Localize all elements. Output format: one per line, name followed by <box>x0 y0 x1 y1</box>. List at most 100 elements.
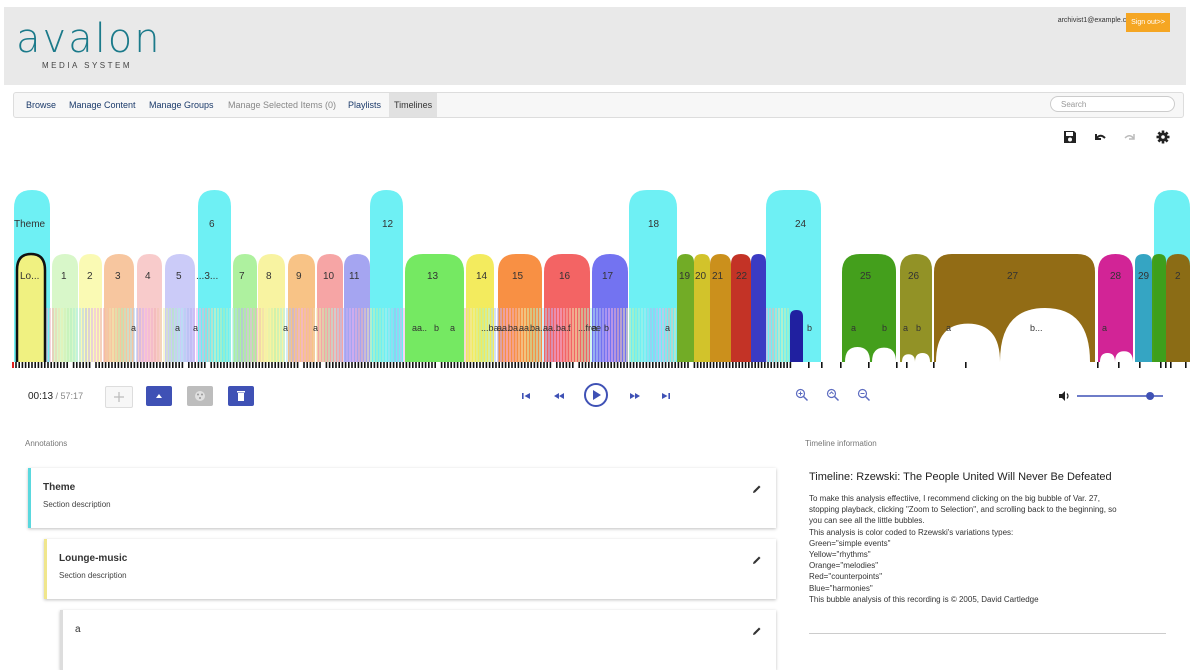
bubble-label[interactable]: 16 <box>559 271 571 282</box>
segment-bubble[interactable] <box>253 308 255 362</box>
segment-bubble[interactable] <box>784 308 786 362</box>
segment-bubble[interactable] <box>310 308 312 362</box>
segment-bubble[interactable] <box>364 308 366 362</box>
bubble-label[interactable]: b... <box>1030 323 1043 333</box>
segment-bubble[interactable] <box>139 308 141 362</box>
segment-bubble[interactable] <box>638 308 640 362</box>
segment-bubble[interactable] <box>491 308 493 362</box>
bubble-label[interactable]: 4 <box>145 271 151 282</box>
segment-bubble[interactable] <box>358 308 360 362</box>
sign-out-button[interactable]: Sign out>> <box>1126 13 1170 32</box>
segment-bubble[interactable] <box>271 308 273 362</box>
segment-bubble[interactable] <box>554 308 556 362</box>
segment-bubble[interactable] <box>307 308 309 362</box>
segment-bubble[interactable] <box>55 308 57 362</box>
segment-bubble[interactable] <box>470 308 472 362</box>
segment-bubble[interactable] <box>109 308 111 362</box>
segment-bubble[interactable] <box>403 308 405 362</box>
segment-bubble[interactable] <box>115 308 117 362</box>
segment-bubble[interactable] <box>163 308 165 362</box>
segment-bubble[interactable] <box>247 308 249 362</box>
segment-bubble[interactable] <box>337 308 339 362</box>
bubble-label[interactable]: 20 <box>695 271 707 282</box>
segment-bubble[interactable] <box>385 308 387 362</box>
segment-bubble[interactable] <box>331 308 333 362</box>
segment-bubble[interactable] <box>232 308 234 362</box>
segment-bubble[interactable] <box>76 308 78 362</box>
segment-bubble[interactable] <box>503 308 505 362</box>
avalon-logo[interactable]: avalon MEDIA SYSTEM <box>16 19 162 70</box>
segment-bubble[interactable] <box>479 308 481 362</box>
zoom-in-icon[interactable] <box>795 388 809 402</box>
segment-bubble[interactable] <box>106 308 108 362</box>
segment-bubble[interactable] <box>569 308 571 362</box>
segment-bubble[interactable] <box>121 308 123 362</box>
segment-bubble[interactable] <box>560 308 562 362</box>
expand-button[interactable] <box>146 386 172 406</box>
bubble-label[interactable]: a <box>313 323 318 333</box>
bubble-label[interactable]: 15 <box>512 271 524 282</box>
segment-bubble[interactable] <box>665 308 667 362</box>
rewind-icon[interactable] <box>552 390 566 402</box>
bubble-label[interactable]: 17 <box>602 271 614 282</box>
segment-bubble[interactable] <box>127 308 129 362</box>
segment-bubble[interactable] <box>343 308 345 362</box>
segment-bubble[interactable] <box>668 308 670 362</box>
bubble-label[interactable]: a <box>903 323 908 333</box>
segment-bubble[interactable] <box>274 308 276 362</box>
segment-bubble[interactable] <box>775 308 777 362</box>
segment-bubble[interactable] <box>178 308 180 362</box>
nav-manage-content[interactable]: Manage Content <box>69 93 136 117</box>
search-input[interactable]: Search <box>1050 96 1175 112</box>
bubble-label[interactable]: 2 <box>87 271 93 282</box>
segment-bubble[interactable] <box>551 308 553 362</box>
segment-bubble[interactable] <box>64 308 66 362</box>
segment-bubble[interactable] <box>494 308 496 362</box>
volume-icon[interactable] <box>1057 389 1071 403</box>
segment-bubble[interactable] <box>473 308 475 362</box>
segment-bubble[interactable] <box>674 308 676 362</box>
segment-bubble[interactable] <box>145 308 147 362</box>
segment-bubble[interactable] <box>256 308 258 362</box>
variation-bubble[interactable] <box>751 254 766 362</box>
segment-bubble[interactable] <box>154 308 156 362</box>
segment-bubble[interactable] <box>100 308 102 362</box>
bubble-label[interactable]: 3 <box>115 271 121 282</box>
segment-bubble[interactable] <box>772 308 774 362</box>
segment-bubble[interactable] <box>340 308 342 362</box>
segment-bubble[interactable] <box>635 308 637 362</box>
segment-bubble[interactable] <box>235 308 237 362</box>
segment-bubble[interactable] <box>659 308 661 362</box>
undo-icon[interactable] <box>1093 130 1107 144</box>
segment-bubble[interactable] <box>94 308 96 362</box>
segment-bubble[interactable] <box>244 308 246 362</box>
segment-bubble[interactable] <box>166 308 168 362</box>
volume-slider[interactable] <box>1075 389 1165 403</box>
segment-bubble[interactable] <box>334 308 336 362</box>
bubble-label[interactable]: 29 <box>1138 271 1150 282</box>
segment-bubble[interactable] <box>322 308 324 362</box>
segment-bubble[interactable] <box>497 308 499 362</box>
segment-bubble[interactable] <box>361 308 363 362</box>
bubble-label[interactable]: 21 <box>712 271 724 282</box>
skip-end-icon[interactable] <box>660 390 672 402</box>
segment-bubble[interactable] <box>647 308 649 362</box>
segment-bubble[interactable] <box>97 308 99 362</box>
bubble-label[interactable]: a <box>283 323 288 333</box>
segment-bubble[interactable] <box>292 308 294 362</box>
segment-bubble[interactable] <box>379 308 381 362</box>
playhead[interactable] <box>12 362 14 368</box>
bubble-label[interactable]: Lo... <box>20 271 39 282</box>
annotation-card[interactable]: a <box>60 610 776 670</box>
bubble-label[interactable]: 5 <box>176 271 182 282</box>
bubble-label[interactable]: b <box>434 323 439 333</box>
segment-bubble[interactable] <box>262 308 264 362</box>
segment-bubble[interactable] <box>313 308 315 362</box>
link-button[interactable] <box>187 386 213 406</box>
segment-bubble[interactable] <box>769 308 771 362</box>
bubble-label[interactable]: b <box>807 323 812 333</box>
segment-bubble[interactable] <box>286 308 288 362</box>
segment-bubble[interactable] <box>590 308 592 362</box>
segment-bubble[interactable] <box>614 308 616 362</box>
segment-bubble[interactable] <box>193 308 195 362</box>
